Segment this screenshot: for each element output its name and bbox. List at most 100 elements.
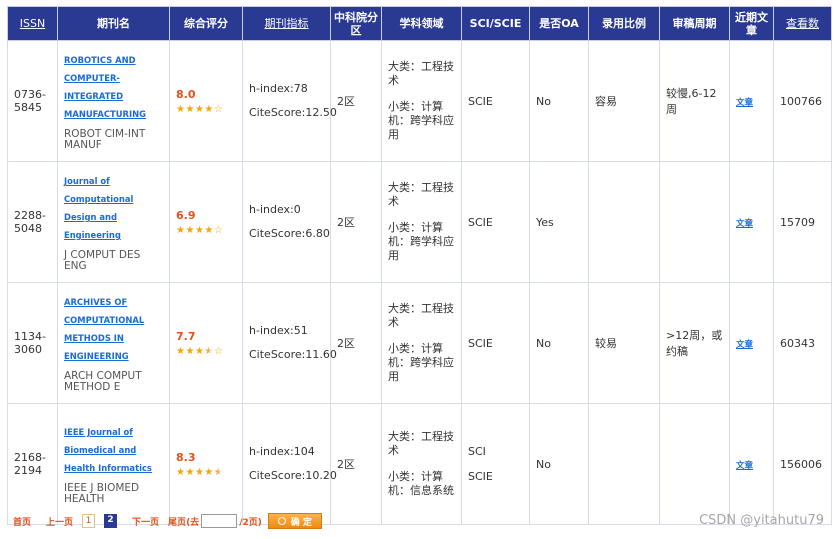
issn-part-2: 3060 (14, 343, 42, 356)
star-icon: ★ (213, 466, 224, 478)
journal-name-link-line[interactable]: Journal of (64, 172, 163, 190)
issn-cell: 2168- 2194 (7, 403, 58, 525)
field-cell: 大类：工程技术 小类：计算机：跨学科应用 (381, 40, 462, 162)
journal-name-link-line[interactable]: ARCHIVES OF (64, 293, 163, 311)
journal-name-link-line[interactable]: MANUFACTURING (64, 105, 163, 123)
accept-ratio-cell: 较易 (588, 282, 660, 404)
journal-name-link-line[interactable]: ROBOTICS AND (64, 51, 163, 69)
journal-abbreviation: J COMPUT DES ENG (64, 249, 141, 272)
major-category: 大类：工程技术 (388, 181, 454, 208)
accept-ratio-cell: 容易 (588, 40, 660, 162)
next-page-link[interactable]: 下一页 (132, 515, 159, 528)
header-recent-articles: 近期文章 (729, 6, 774, 41)
cas-partition-cell: 2区 (330, 282, 382, 404)
major-category: 大类：工程技术 (388, 430, 454, 457)
star-icon: ★ (185, 345, 195, 357)
last-page-link[interactable]: 尾页 (168, 515, 186, 528)
journal-name-link-line[interactable]: COMPUTER- (64, 69, 163, 87)
recent-articles-cell: 文章 (729, 161, 774, 283)
major-category: 大类：工程技术 (388, 302, 454, 329)
journal-name-link-line[interactable]: Engineering (64, 226, 163, 244)
issn-cell: 1134- 3060 (7, 282, 58, 404)
score-value: 7.7 (176, 329, 196, 343)
journal-abbreviation: ARCH COMPUT METHOD E (64, 370, 142, 393)
minor-category: 小类：计算机：信息系统 (388, 470, 454, 497)
star-icon: ☆ (213, 103, 224, 115)
review-cycle-cell (659, 161, 730, 283)
sci-cell: SCI SCIE (461, 403, 530, 525)
recent-articles-link[interactable]: 文章 (736, 340, 753, 350)
star-icon: ☆ (213, 345, 224, 357)
recent-articles-link[interactable]: 文章 (736, 219, 753, 229)
citescore: CiteScore:6.80 (249, 227, 330, 240)
issn-part-1: 0736- (14, 88, 46, 101)
star-icon: ★ (176, 345, 186, 357)
journal-table-body: 0736- 5845 ROBOTICS AND COMPUTER- INTEGRATE… (7, 40, 832, 525)
oa-cell: No (529, 40, 589, 162)
table-row: 2288- 5048 Journal of Computational Design … (7, 161, 832, 283)
journal-name-cell: IEEE Journal of Biomedical and Health Info… (57, 403, 170, 525)
watermark: CSDN @yitahutu79 (699, 513, 824, 528)
journal-name-link-line[interactable]: IEEE Journal of (64, 423, 163, 441)
metrics-cell: h-index:51 CiteScore:11.60 (242, 282, 337, 404)
score-cell: 7.7 ★★★★☆ (169, 282, 243, 404)
journal-table: ISSN 期刊名 综合评分 期刊指标 中科院分区 学科领域 SCI/SCIE 是… (7, 6, 832, 525)
recent-articles-link[interactable]: 文章 (736, 98, 753, 108)
star-icon: ★ (194, 466, 205, 478)
review-cycle-cell: 较慢,6-12周 (659, 40, 730, 162)
go-button[interactable]: 确 定 (267, 513, 322, 529)
cas-partition-cell: 2区 (330, 40, 382, 162)
star-rating: ★★★★☆ (176, 104, 236, 115)
citescore: CiteScore:12.50 (249, 106, 337, 119)
recent-articles-link[interactable]: 文章 (736, 461, 753, 471)
star-icon: ★ (194, 224, 205, 236)
sci-index-value: SCIE (468, 94, 493, 108)
score-cell: 8.3 ★★★★★ (169, 403, 243, 525)
metrics-cell: h-index:104 CiteScore:10.20 (242, 403, 337, 525)
journal-name-cell: ARCHIVES OF COMPUTATIONAL METHODS IN ENGINE… (57, 282, 170, 404)
minor-category: 小类：计算机：跨学科应用 (388, 221, 454, 262)
header-field: 学科领域 (381, 6, 462, 41)
issn-part-1: 1134- (14, 330, 46, 343)
journal-name-link-line[interactable]: Computational (64, 190, 163, 208)
score-cell: 8.0 ★★★★☆ (169, 40, 243, 162)
journal-name-link-line[interactable]: Health Informatics (64, 459, 163, 477)
star-icon: ★ (176, 466, 186, 478)
journal-name-link-line[interactable]: COMPUTATIONAL (64, 311, 163, 329)
star-rating: ★★★★☆ (176, 346, 236, 357)
journal-name-cell: ROBOTICS AND COMPUTER- INTEGRATED MANUFACTU… (57, 40, 170, 162)
star-icon: ★ (185, 103, 195, 115)
issn-part-1: 2288- (14, 209, 46, 222)
sci-cell: SCIE (461, 282, 530, 404)
star-icon: ★ (204, 224, 214, 236)
review-cycle-cell: >12周，或约稿 (659, 282, 730, 404)
header-issn[interactable]: ISSN (7, 6, 58, 41)
accept-ratio-cell (588, 403, 660, 525)
star-icon: ★ (194, 103, 205, 115)
page-1-link[interactable]: 1 (82, 514, 96, 528)
sci-cell: SCIE (461, 161, 530, 283)
star-rating: ★★★★★ (176, 467, 236, 478)
h-index: h-index:104 (249, 445, 315, 458)
citescore: CiteScore:11.60 (249, 348, 337, 361)
journal-name-link-line[interactable]: INTEGRATED (64, 87, 163, 105)
score-value: 6.9 (176, 208, 196, 222)
journal-name-link-line[interactable]: Design and (64, 208, 163, 226)
goto-page-input[interactable] (201, 514, 238, 528)
prev-page-link[interactable]: 上一页 (46, 515, 73, 528)
journal-table-container: ISSN 期刊名 综合评分 期刊指标 中科院分区 学科领域 SCI/SCIE 是… (7, 6, 832, 525)
circle-icon (277, 517, 286, 525)
views-cell: 156006 (773, 403, 832, 525)
issn-cell: 0736- 5845 (7, 40, 58, 162)
journal-name-link-line[interactable]: Biomedical and (64, 441, 163, 459)
score-value: 8.0 (176, 87, 196, 101)
header-views[interactable]: 查看数 (773, 6, 832, 41)
journal-name-link-line[interactable]: METHODS IN (64, 329, 163, 347)
oa-cell: Yes (529, 161, 589, 283)
journal-name-link-line[interactable]: ENGINEERING (64, 347, 163, 365)
first-page-link[interactable]: 首页 (13, 515, 31, 528)
sci-index-value: SCIE (468, 470, 493, 483)
recent-articles-cell: 文章 (729, 282, 774, 404)
issn-cell: 2288- 5048 (7, 161, 58, 283)
header-metrics[interactable]: 期刊指标 (242, 6, 331, 41)
